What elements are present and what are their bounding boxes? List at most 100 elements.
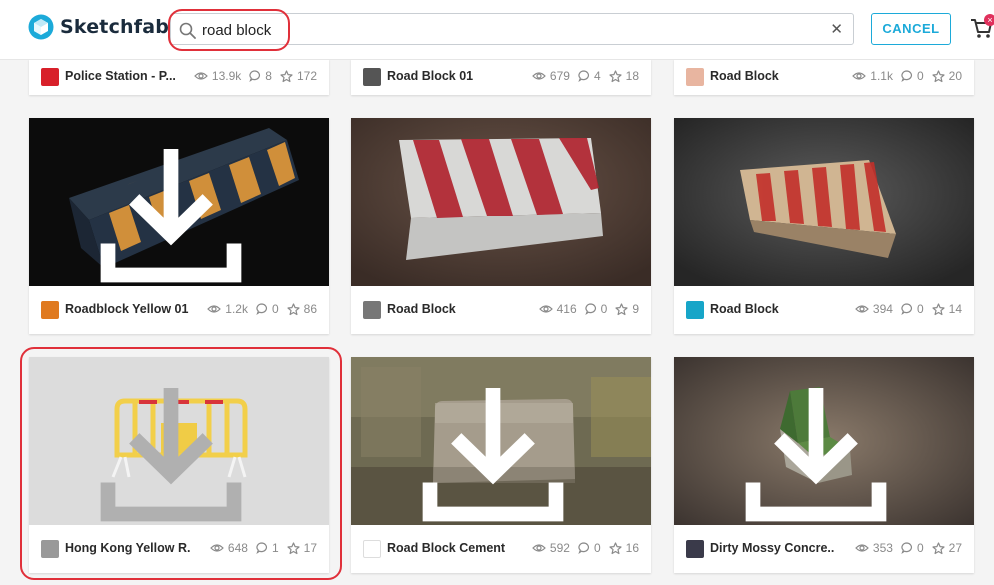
model-card[interactable]: Road Block 01 679 4 18 — [351, 59, 651, 95]
model-thumbnail[interactable] — [351, 357, 651, 525]
cart-badge: × — [984, 14, 994, 26]
likes-count: 20 — [948, 69, 962, 83]
likes-count: 86 — [303, 302, 317, 316]
likes-count: 14 — [948, 302, 962, 316]
model-thumbnail[interactable] — [29, 118, 329, 286]
search-highlight-annotation — [168, 9, 290, 51]
likes-count: 16 — [625, 541, 639, 555]
download-icon[interactable] — [674, 367, 966, 525]
views-icon — [207, 304, 221, 314]
comments-icon — [578, 70, 590, 82]
comments-icon — [901, 70, 913, 82]
views-count: 416 — [556, 302, 577, 316]
comments-count: 0 — [600, 302, 608, 316]
comments-icon — [578, 542, 590, 554]
views-count: 1.1k — [870, 69, 893, 83]
card-stats: 1.2k 0 86 — [199, 302, 317, 316]
comments-icon — [901, 303, 913, 315]
likes-count: 18 — [625, 69, 639, 83]
likes-star-icon[interactable] — [287, 303, 300, 316]
sketchfab-logo-icon — [28, 14, 54, 40]
sketchfab-logo[interactable]: Sketchfab — [28, 14, 169, 40]
card-title[interactable]: Road Block — [710, 302, 835, 316]
views-count: 1.2k — [225, 302, 248, 316]
likes-count: 9 — [632, 302, 639, 316]
avatar[interactable] — [686, 68, 704, 86]
avatar[interactable] — [686, 540, 704, 558]
comments-count: 0 — [916, 541, 924, 555]
model-card[interactable]: Road Block 394 0 14 — [674, 118, 974, 334]
comments-icon — [585, 303, 597, 315]
clear-search-icon[interactable]: ✕ — [830, 20, 843, 38]
avatar[interactable] — [41, 301, 59, 319]
card-meta: Road Block 394 0 14 — [674, 286, 974, 334]
comments-count: 4 — [593, 69, 601, 83]
card-stats: 394 0 14 — [847, 302, 962, 316]
avatar[interactable] — [41, 68, 59, 86]
comments-count: 0 — [271, 302, 279, 316]
model-card[interactable]: Road Block Cement 592 0 16 — [351, 357, 651, 573]
cancel-button[interactable]: CANCEL — [871, 13, 951, 45]
card-title[interactable]: Road Block — [387, 302, 512, 316]
likes-star-icon[interactable] — [932, 303, 945, 316]
likes-count: 172 — [296, 69, 317, 83]
comments-count: 0 — [916, 302, 924, 316]
likes-star-icon[interactable] — [932, 70, 945, 83]
card-highlight-annotation — [20, 347, 342, 580]
model-thumbnail[interactable] — [674, 357, 974, 525]
model-card[interactable]: Police Station - P... 13.9k 8 172 — [29, 59, 329, 95]
model-card[interactable]: Road Block 416 0 9 — [351, 118, 651, 334]
thumbnail-image — [351, 118, 651, 286]
likes-star-icon[interactable] — [932, 542, 945, 555]
card-title[interactable]: Roadblock Yellow 01 — [65, 302, 190, 316]
card-meta: Road Block 1.1k 0 20 — [674, 59, 974, 95]
download-icon[interactable] — [29, 128, 321, 286]
card-stats: 679 4 18 — [524, 69, 639, 83]
views-icon — [539, 304, 553, 314]
thumbnail-image — [674, 118, 974, 286]
search-input[interactable] — [202, 20, 802, 40]
comments-count: 0 — [593, 541, 601, 555]
model-thumbnail[interactable] — [674, 118, 974, 286]
likes-star-icon[interactable] — [609, 70, 622, 83]
views-icon — [532, 71, 546, 81]
card-title[interactable]: Dirty Mossy Concre... — [710, 541, 835, 555]
avatar[interactable] — [686, 301, 704, 319]
avatar[interactable] — [363, 540, 381, 558]
views-icon — [532, 543, 546, 553]
card-stats: 13.9k 8 172 — [186, 69, 317, 83]
download-icon[interactable] — [351, 367, 643, 525]
comments-icon — [901, 542, 913, 554]
avatar[interactable] — [363, 68, 381, 86]
likes-count: 27 — [948, 541, 962, 555]
card-stats: 416 0 9 — [531, 302, 639, 316]
card-title[interactable]: Road Block — [710, 69, 835, 83]
card-title[interactable]: Road Block 01 — [387, 69, 512, 83]
likes-star-icon[interactable] — [280, 70, 293, 83]
likes-star-icon[interactable] — [615, 303, 628, 316]
model-card[interactable]: Roadblock Yellow 01 1.2k 0 86 — [29, 118, 329, 334]
views-count: 353 — [872, 541, 893, 555]
card-meta: Dirty Mossy Concre... 353 0 27 — [674, 525, 974, 573]
card-meta: Road Block Cement 592 0 16 — [351, 525, 651, 573]
model-thumbnail[interactable] — [351, 118, 651, 286]
card-title[interactable]: Road Block Cement — [387, 541, 512, 555]
views-icon — [855, 543, 869, 553]
card-stats: 353 0 27 — [847, 541, 962, 555]
card-meta: Roadblock Yellow 01 1.2k 0 86 — [29, 286, 329, 334]
card-meta: Road Block 416 0 9 — [351, 286, 651, 334]
model-card[interactable]: Dirty Mossy Concre... 353 0 27 — [674, 357, 974, 573]
views-icon — [855, 304, 869, 314]
views-icon — [194, 71, 208, 81]
card-meta: Road Block 01 679 4 18 — [351, 59, 651, 95]
avatar[interactable] — [363, 301, 381, 319]
likes-star-icon[interactable] — [609, 542, 622, 555]
views-icon — [852, 71, 866, 81]
card-stats: 592 0 16 — [524, 541, 639, 555]
card-title[interactable]: Police Station - P... — [65, 69, 190, 83]
views-count: 394 — [872, 302, 893, 316]
views-count: 592 — [549, 541, 570, 555]
comments-icon — [256, 303, 268, 315]
model-card[interactable]: Road Block 1.1k 0 20 — [674, 59, 974, 95]
comments-icon — [249, 70, 261, 82]
